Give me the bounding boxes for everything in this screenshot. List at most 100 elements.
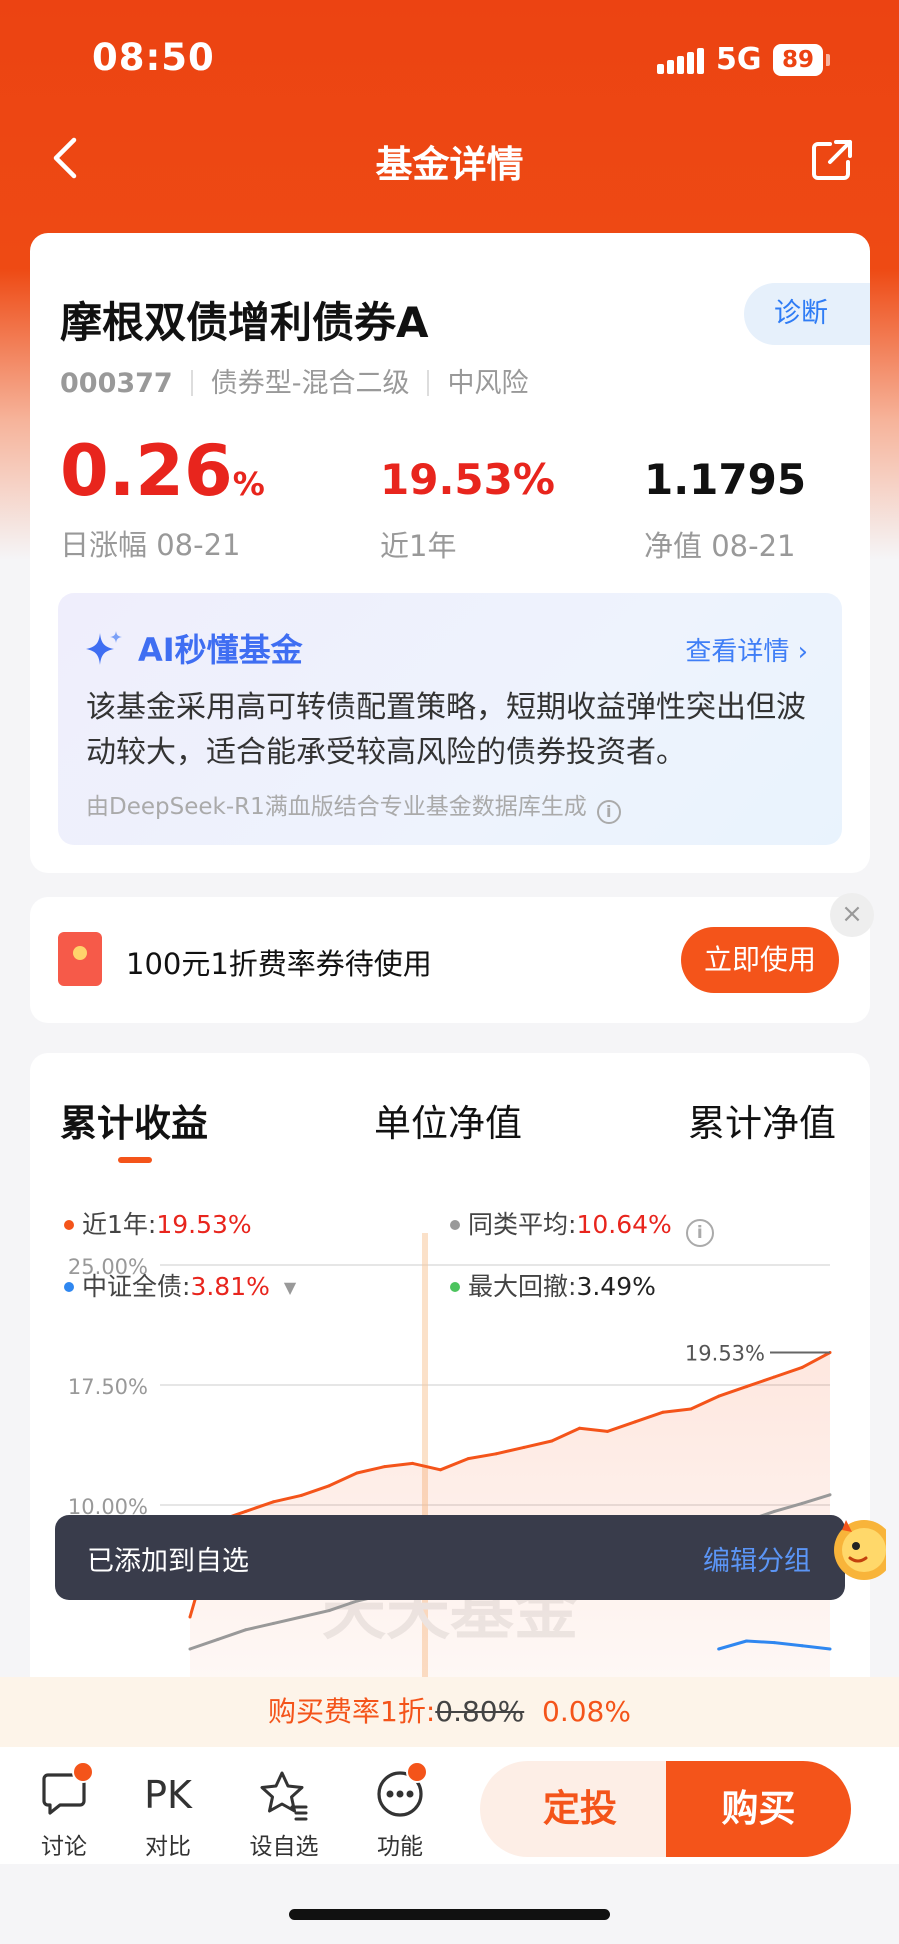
- close-icon[interactable]: ×: [830, 893, 874, 937]
- buy-button[interactable]: 购买: [666, 1761, 851, 1857]
- fund-line-point: [244, 1509, 248, 1513]
- year-return-stat: 19.53% 近1年: [380, 451, 555, 565]
- coupon-text: 100元1折费率券待使用: [126, 947, 432, 981]
- ai-title: AI秒懂基金: [138, 631, 303, 669]
- peer-average-line-point: [327, 1609, 331, 1613]
- battery-icon: 89: [773, 44, 823, 76]
- peer-average-line-point: [271, 1621, 275, 1625]
- legend-dot: [64, 1220, 74, 1230]
- y-tick-label: 17.50%: [68, 1375, 148, 1399]
- fund-name: 摩根双债增利债券A: [60, 298, 429, 347]
- index-line-point: [745, 1639, 749, 1643]
- fund-line-point: [772, 1375, 776, 1379]
- peer-average-line-point: [800, 1501, 804, 1505]
- status-time: 08:50: [92, 36, 215, 79]
- fund-risk: 中风险: [447, 368, 529, 399]
- home-indicator[interactable]: [289, 1909, 610, 1920]
- year-return-label: 近1年: [380, 529, 457, 563]
- fund-line-point: [438, 1468, 442, 1472]
- fund-line-point: [411, 1461, 415, 1465]
- chart-card: 累计收益 单位净值 累计净值 近1年:19.53% 同类平均:10.64% i 中…: [30, 1053, 870, 1753]
- index-line-point: [828, 1647, 832, 1651]
- fund-line-point: [800, 1365, 804, 1369]
- peer-average-line-point: [828, 1493, 832, 1497]
- end-value-label: 19.53%: [685, 1342, 765, 1366]
- fund-line-point: [383, 1465, 387, 1469]
- fee-banner: 购买费率1折:0.80% 0.08%: [0, 1677, 899, 1747]
- daily-change-label: 日涨幅 08-21: [60, 528, 241, 562]
- ai-summary-text: 该基金采用高可转债配置策略，短期收益弹性突出但波动较大，适合能承受较高风险的债券…: [86, 690, 806, 770]
- nav-bar: 基金详情: [0, 120, 899, 200]
- ai-source-text: 由DeepSeek-R1满血版结合专业基金数据库生成: [86, 794, 587, 820]
- fund-line-point: [522, 1445, 526, 1449]
- fee-new: 0.08%: [542, 1695, 631, 1728]
- mascot-icon[interactable]: [826, 1500, 886, 1588]
- fund-code: 000377: [60, 368, 173, 399]
- fee-old: 0.80%: [435, 1695, 525, 1728]
- toast-message: 已添加到自选 编辑分组: [55, 1515, 845, 1600]
- sip-button[interactable]: 定投: [480, 1761, 680, 1857]
- daily-change-stat: 0.26% 日涨幅 08-21: [60, 433, 265, 564]
- nav-value: 1.1795: [644, 455, 807, 504]
- star-icon: [260, 1771, 308, 1821]
- return-chart[interactable]: 25.00%17.50%10.00%天天基金19.53%: [30, 1233, 870, 1753]
- fund-line-point: [717, 1394, 721, 1398]
- bottom-action-bar: 讨论 PK 对比 设自选 功能 定投 购买: [0, 1747, 899, 1864]
- fund-line-point: [689, 1407, 693, 1411]
- compare-label: 对比: [145, 1834, 191, 1860]
- network-type: 5G: [716, 42, 762, 77]
- year-return-value: 19.53%: [380, 455, 555, 504]
- ai-summary-panel[interactable]: AI秒懂基金 查看详情 › 该基金采用高可转债配置策略，短期收益弹性突出但波动较…: [58, 593, 842, 845]
- share-icon[interactable]: [810, 138, 854, 182]
- notification-dot: [406, 1761, 428, 1783]
- index-line-point: [717, 1647, 721, 1651]
- use-coupon-button[interactable]: 立即使用: [681, 927, 839, 993]
- sparkle-icon: [86, 631, 122, 665]
- add-favorite-button[interactable]: 设自选: [244, 1769, 324, 1861]
- battery-tip: [826, 54, 830, 66]
- pk-icon: PK: [144, 1773, 192, 1817]
- fund-summary-card: 摩根双债增利债券A 诊断 000377 债券型-混合二级 中风险 0.26% 日涨幅…: [30, 233, 870, 873]
- tab-cumulative-nav[interactable]: 累计净值: [688, 1093, 836, 1147]
- red-envelope-icon: [58, 932, 102, 986]
- fund-line-point: [605, 1429, 609, 1433]
- peer-average-line-point: [299, 1615, 303, 1619]
- notification-dot: [72, 1761, 94, 1783]
- compare-button[interactable]: PK 对比: [128, 1769, 208, 1861]
- fund-line-point: [745, 1385, 749, 1389]
- nav-label: 净值 08-21: [644, 529, 796, 563]
- tab-cumulative-return[interactable]: 累计收益: [60, 1093, 208, 1147]
- fund-line-point: [550, 1439, 554, 1443]
- fund-line-point: [578, 1426, 582, 1430]
- fund-line-point: [494, 1452, 498, 1456]
- coupon-card: 100元1折费率券待使用 立即使用 ×: [30, 893, 874, 1023]
- favorite-label: 设自选: [249, 1834, 319, 1860]
- active-tab-indicator: [118, 1157, 152, 1163]
- discuss-label: 讨论: [41, 1834, 87, 1860]
- fee-prefix: 购买费率1折:: [268, 1695, 436, 1728]
- fund-meta: 000377 债券型-混合二级 中风险: [60, 361, 528, 400]
- fund-line-point: [633, 1420, 637, 1424]
- legend-dot: [450, 1220, 460, 1230]
- fund-line-point: [188, 1615, 192, 1619]
- daily-change-unit: %: [232, 465, 265, 503]
- fund-line-point: [355, 1471, 359, 1475]
- nav-stat: 1.1795 净值 08-21: [644, 451, 806, 565]
- info-icon[interactable]: i: [596, 800, 621, 824]
- peer-average-line-point: [244, 1628, 248, 1632]
- fund-line-point: [299, 1493, 303, 1497]
- fund-line-point: [271, 1500, 275, 1504]
- tab-unit-nav[interactable]: 单位净值: [374, 1093, 522, 1147]
- peer-average-line-point: [216, 1637, 220, 1641]
- fund-line-point: [661, 1410, 665, 1414]
- discuss-button[interactable]: 讨论: [24, 1761, 104, 1861]
- fund-type: 债券型-混合二级: [210, 368, 410, 399]
- peer-average-line-point: [188, 1647, 192, 1651]
- y-tick-label: 25.00%: [68, 1255, 148, 1279]
- functions-button[interactable]: 功能: [360, 1761, 440, 1861]
- edit-group-link[interactable]: 编辑分组: [703, 1539, 811, 1578]
- index-line-point: [772, 1641, 776, 1645]
- ai-details-link[interactable]: 查看详情 ›: [685, 631, 808, 668]
- diagnose-button[interactable]: 诊断: [744, 283, 870, 345]
- index-line-point: [800, 1644, 804, 1648]
